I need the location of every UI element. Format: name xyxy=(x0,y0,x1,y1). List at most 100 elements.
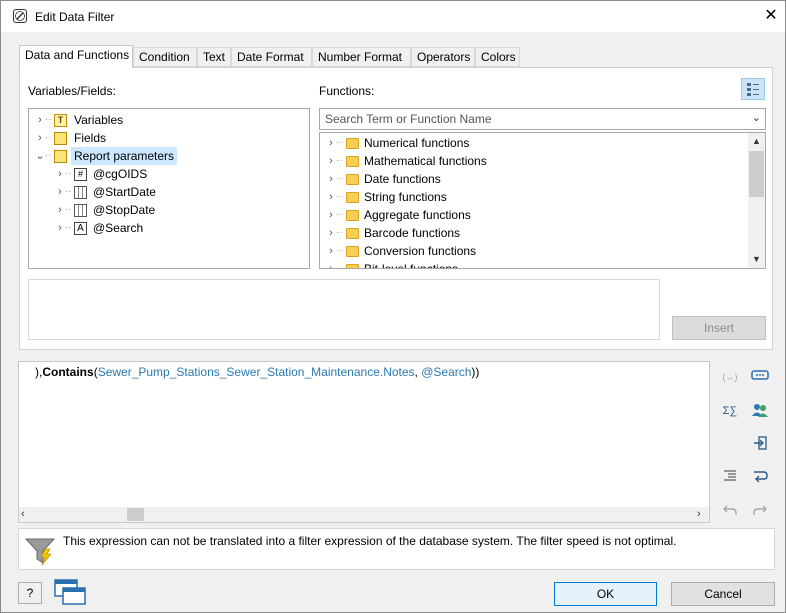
chevron-right-icon[interactable]: › xyxy=(55,219,65,237)
cancel-button[interactable]: Cancel xyxy=(671,582,775,606)
variables-tree[interactable]: › ·· T Variables › ·· Fields ⌄ ·· Report… xyxy=(28,108,310,269)
tree-connector: ·· xyxy=(336,137,343,148)
tab-condition[interactable]: Condition xyxy=(133,47,197,67)
parentheses-icon[interactable]: (↔) xyxy=(721,368,739,386)
view-toggle-button[interactable] xyxy=(741,78,765,100)
chevron-right-icon[interactable]: › xyxy=(326,224,336,242)
function-category[interactable]: › ·· Barcode functions xyxy=(320,224,748,242)
tree-item-search[interactable]: › ·· A @Search xyxy=(29,219,309,237)
chevron-right-icon[interactable]: › xyxy=(55,165,65,183)
function-category[interactable]: › ·· Numerical functions xyxy=(320,134,748,152)
close-button[interactable]: ✕ xyxy=(759,5,783,27)
chevron-right-icon[interactable]: › xyxy=(326,152,336,170)
tab-date-format[interactable]: Date Format xyxy=(231,47,312,67)
function-category-label: Barcode functions xyxy=(364,226,461,240)
tree-item-label: Report parameters xyxy=(71,147,178,165)
tree-connector: ·· xyxy=(65,186,72,197)
tree-item-report-parameters[interactable]: ⌄ ·· Report parameters xyxy=(29,147,309,165)
wrap-icon[interactable] xyxy=(751,469,769,487)
scroll-right-arrow[interactable]: › xyxy=(697,507,709,522)
insert-line-icon[interactable] xyxy=(751,435,769,453)
functions-label: Functions: xyxy=(319,84,375,98)
date-icon xyxy=(74,186,87,199)
tab-colors[interactable]: Colors xyxy=(475,47,520,67)
undo-icon[interactable] xyxy=(721,503,739,521)
tree-item-startdate[interactable]: › ·· @StartDate xyxy=(29,183,309,201)
tree-item-fields[interactable]: › ·· Fields xyxy=(29,129,309,147)
tab-data-and-functions[interactable]: Data and Functions xyxy=(19,45,133,69)
chevron-right-icon[interactable]: › xyxy=(326,188,336,206)
chevron-right-icon[interactable]: › xyxy=(55,183,65,201)
windows-icon xyxy=(54,579,86,605)
scroll-down-arrow[interactable]: ▼ xyxy=(748,251,765,268)
functions-tree[interactable]: › ·· Numerical functions › ·· Mathematic… xyxy=(319,132,766,269)
function-category[interactable]: › ·· Aggregate functions xyxy=(320,206,748,224)
editor-hscrollbar[interactable]: ‹ › xyxy=(19,507,709,522)
tree-item-label: Fields xyxy=(74,131,107,145)
tree-connector: ·· xyxy=(336,263,343,269)
tree-item-label: @cgOIDS xyxy=(93,167,148,181)
function-category[interactable]: › ·· Bit-level functions xyxy=(320,260,748,269)
chevron-right-icon[interactable]: › xyxy=(55,201,65,219)
scroll-left-arrow[interactable]: ‹ xyxy=(21,507,33,522)
indent-icon[interactable] xyxy=(721,469,739,487)
expression-editor[interactable]: ),Contains(Sewer_Pump_Stations_Sewer_Sta… xyxy=(18,361,710,523)
field-icon xyxy=(54,132,67,145)
parameters-icon xyxy=(54,150,67,163)
chevron-down-icon[interactable]: ⌄ xyxy=(752,111,761,124)
aggregate-icon[interactable]: Σ∑ xyxy=(721,402,739,420)
function-category[interactable]: › ·· Mathematical functions xyxy=(320,152,748,170)
function-category[interactable]: › ·· Date functions xyxy=(320,170,748,188)
chevron-down-icon[interactable]: ⌄ xyxy=(35,147,45,165)
tree-connector: ·· xyxy=(336,227,343,238)
function-description xyxy=(28,279,660,340)
ok-button[interactable]: OK xyxy=(554,582,657,606)
chevron-right-icon[interactable]: › xyxy=(326,170,336,188)
function-category-label: Mathematical functions xyxy=(364,154,487,168)
redo-icon[interactable] xyxy=(751,503,769,521)
hscroll-thumb[interactable] xyxy=(127,508,144,521)
tab-number-format[interactable]: Number Format xyxy=(312,47,411,67)
function-search-combo[interactable]: Search Term or Function Name ⌄ xyxy=(319,108,766,130)
function-category-label: Aggregate functions xyxy=(364,208,471,222)
functions-scrollbar[interactable]: ▲ ▼ xyxy=(748,133,765,268)
folder-icon xyxy=(346,156,359,167)
tree-item-stopdate[interactable]: › ·· @StopDate xyxy=(29,201,309,219)
performance-hint: This expression can not be translated in… xyxy=(18,528,775,570)
expression-text[interactable]: ),Contains(Sewer_Pump_Stations_Sewer_Sta… xyxy=(35,365,479,379)
users-icon[interactable] xyxy=(751,402,769,420)
expression-field: Sewer_Pump_Stations_Sewer_Station_Mainte… xyxy=(97,365,415,379)
text-icon: A xyxy=(74,222,87,235)
function-category-label: Conversion functions xyxy=(364,244,477,258)
chevron-right-icon[interactable]: › xyxy=(326,260,336,268)
expression-close: )) xyxy=(471,365,480,379)
tree-item-cgoids[interactable]: › ·· # @cgOIDS xyxy=(29,165,309,183)
tab-text[interactable]: Text xyxy=(197,47,231,67)
tree-connector: ·· xyxy=(65,204,72,215)
function-category-label: Bit-level functions xyxy=(364,262,459,269)
list-view-icon xyxy=(747,83,759,96)
tab-operators[interactable]: Operators xyxy=(411,47,475,67)
hint-text: This expression can not be translated in… xyxy=(63,534,677,548)
chevron-right-icon[interactable]: › xyxy=(35,111,45,129)
tree-item-variables[interactable]: › ·· T Variables xyxy=(29,111,309,129)
insert-button[interactable]: Insert xyxy=(672,316,766,340)
tree-connector: ·· xyxy=(336,209,343,220)
function-category[interactable]: › ·· String functions xyxy=(320,188,748,206)
help-button[interactable]: ? xyxy=(18,582,42,604)
format-icon[interactable] xyxy=(751,368,769,386)
window-mode-button[interactable] xyxy=(52,577,88,607)
tree-item-label: @StopDate xyxy=(93,203,156,217)
chevron-right-icon[interactable]: › xyxy=(326,206,336,224)
variables-fields-label: Variables/Fields: xyxy=(28,84,116,98)
chevron-right-icon[interactable]: › xyxy=(326,134,336,152)
scroll-up-arrow[interactable]: ▲ xyxy=(748,133,765,150)
function-category[interactable]: › ·· Conversion functions xyxy=(320,242,748,260)
tree-item-label: @Search xyxy=(93,221,144,235)
variable-icon: T xyxy=(54,114,67,127)
tree-connector: ·· xyxy=(336,173,343,184)
chevron-right-icon[interactable]: › xyxy=(35,129,45,147)
chevron-right-icon[interactable]: › xyxy=(326,242,336,260)
tree-connector: ·· xyxy=(45,114,52,125)
scroll-thumb[interactable] xyxy=(749,151,764,197)
